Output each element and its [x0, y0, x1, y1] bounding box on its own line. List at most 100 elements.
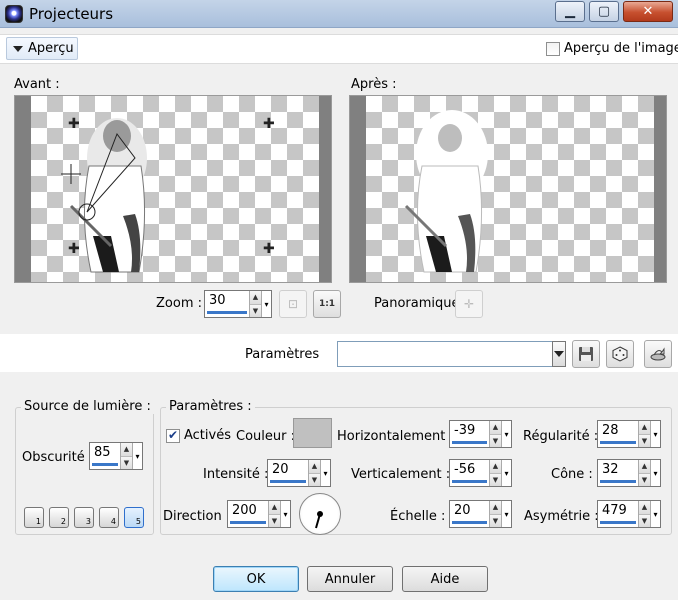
reset-preset-button[interactable] [644, 340, 672, 368]
light-4-button[interactable]: 4 [99, 507, 119, 528]
spin-down-icon[interactable]: ▼ [490, 513, 501, 527]
maximize-icon: ▢ [597, 4, 611, 19]
darkness-spinbox[interactable]: 85 ▲ ▼ ▾ [89, 442, 143, 470]
after-preview-panel [349, 95, 667, 283]
spin-down-icon[interactable]: ▼ [639, 513, 650, 527]
pan-button[interactable]: ✛ [455, 290, 483, 318]
before-label: Avant : [14, 77, 60, 92]
spin-down-icon[interactable]: ▼ [490, 472, 501, 486]
move-icon: ✛ [463, 297, 475, 311]
random-preset-button[interactable] [606, 340, 634, 368]
image-preview-label: Aperçu de l'image [564, 41, 678, 56]
intensity-label: Intensité : [203, 467, 269, 482]
intensity-value[interactable]: 20 [268, 460, 308, 486]
app-icon [5, 5, 23, 23]
scale-value[interactable]: 20 [450, 501, 489, 527]
direction-spinbox[interactable]: 200 ▲ ▼ ▾ [227, 500, 291, 528]
spin-up-icon[interactable]: ▲ [639, 421, 650, 434]
direction-value[interactable]: 200 [228, 501, 268, 527]
spin-down-icon[interactable]: ▼ [639, 472, 650, 486]
light-handle-icon[interactable]: ✚ [263, 117, 275, 131]
presets-dropdown-button[interactable] [552, 341, 566, 367]
direction-needle-icon [315, 511, 323, 529]
spin-up-icon[interactable]: ▲ [490, 460, 501, 473]
after-preview-canvas [366, 96, 654, 282]
darkness-value[interactable]: 85 [90, 443, 120, 469]
spin-down-icon[interactable]: ▼ [639, 433, 650, 447]
direction-dial[interactable] [299, 493, 341, 535]
color-swatch[interactable] [293, 418, 332, 448]
scale-spinbox[interactable]: 20 ▲ ▼ ▾ [449, 500, 512, 528]
light-2-button[interactable]: 2 [49, 507, 69, 528]
light-5-button[interactable]: 5 [124, 507, 144, 528]
maximize-button[interactable]: ▢ [589, 1, 619, 22]
spin-down-icon[interactable]: ▼ [269, 513, 280, 527]
spin-dropdown-icon[interactable]: ▾ [650, 421, 660, 447]
spotlight-icon: 1 [35, 517, 41, 526]
image-preview-option[interactable]: Aperçu de l'image [546, 41, 678, 56]
regularity-label: Régularité : [523, 429, 599, 444]
image-preview-checkbox[interactable] [546, 41, 560, 56]
cancel-button[interactable]: Annuler [307, 566, 393, 592]
asymmetry-value[interactable]: 479 [598, 501, 638, 527]
spin-down-icon[interactable]: ▼ [250, 303, 261, 317]
light-3-button[interactable]: 3 [74, 507, 94, 528]
zoom-value[interactable]: 30 [205, 291, 249, 317]
intensity-spinbox[interactable]: 20 ▲ ▼ ▾ [267, 459, 331, 487]
spin-dropdown-icon[interactable]: ▾ [501, 421, 511, 447]
cone-spinbox[interactable]: 32 ▲ ▼ ▾ [597, 459, 661, 487]
spin-up-icon[interactable]: ▲ [639, 460, 650, 473]
preview-toggle-button[interactable]: Aperçu [6, 37, 78, 60]
spin-down-icon[interactable]: ▼ [490, 433, 501, 447]
spotlight-icon: 5 [135, 517, 141, 526]
light-handle-icon[interactable]: ✚ [68, 117, 80, 131]
presets-combo[interactable] [337, 341, 553, 367]
spin-up-icon[interactable]: ▲ [269, 501, 280, 514]
before-preview-canvas[interactable]: ✚ ✚ ✚ ✚ [31, 96, 319, 282]
save-preset-button[interactable] [572, 340, 600, 368]
spin-dropdown-icon[interactable]: ▾ [501, 501, 511, 527]
minimize-button[interactable]: ▁ [555, 1, 585, 22]
spin-dropdown-icon[interactable]: ▾ [261, 291, 271, 317]
spin-up-icon[interactable]: ▲ [121, 443, 132, 456]
ok-button[interactable]: OK [213, 566, 299, 592]
spin-dropdown-icon[interactable]: ▾ [650, 501, 660, 527]
spin-dropdown-icon[interactable]: ▾ [280, 501, 290, 527]
spin-dropdown-icon[interactable]: ▾ [320, 460, 330, 486]
after-label: Après : [351, 77, 397, 92]
vertical-spinbox[interactable]: -56 ▲ ▼ ▾ [449, 459, 512, 487]
spin-down-icon[interactable]: ▼ [121, 455, 132, 469]
spin-dropdown-icon[interactable]: ▾ [650, 460, 660, 486]
after-preview-image [404, 110, 488, 273]
active-checkbox[interactable] [166, 428, 180, 443]
cone-value[interactable]: 32 [598, 460, 638, 486]
close-button[interactable]: ✕ [623, 1, 673, 22]
help-button[interactable]: Aide [402, 566, 488, 592]
spin-dropdown-icon[interactable]: ▾ [501, 460, 511, 486]
light-handle-icon[interactable]: ✚ [68, 242, 80, 256]
minimize-icon: ▁ [565, 4, 575, 19]
dice-icon [612, 346, 628, 362]
spin-up-icon[interactable]: ▲ [490, 501, 501, 514]
spin-dropdown-icon[interactable]: ▾ [132, 443, 142, 469]
reset-icon [650, 347, 666, 361]
vertical-value[interactable]: -56 [450, 460, 489, 486]
asymmetry-spinbox[interactable]: 479 ▲ ▼ ▾ [597, 500, 661, 528]
regularity-spinbox[interactable]: 28 ▲ ▼ ▾ [597, 420, 661, 448]
spin-up-icon[interactable]: ▲ [639, 501, 650, 514]
light-handle-icon[interactable]: ✚ [263, 242, 275, 256]
spin-up-icon[interactable]: ▲ [490, 421, 501, 434]
zoom-spinbox[interactable]: 30 ▲ ▼ ▾ [204, 290, 272, 318]
horizontal-spinbox[interactable]: -39 ▲ ▼ ▾ [449, 420, 512, 448]
regularity-value[interactable]: 28 [598, 421, 638, 447]
spin-up-icon[interactable]: ▲ [250, 291, 261, 304]
active-option[interactable]: Activés [166, 428, 231, 443]
spin-down-icon[interactable]: ▼ [309, 472, 320, 486]
light-1-button[interactable]: 1 [24, 507, 44, 528]
before-preview-panel[interactable]: ✚ ✚ ✚ ✚ [14, 95, 332, 283]
zoom-fit-button[interactable]: ⊡ [279, 290, 307, 318]
fit-to-window-icon: ⊡ [287, 297, 299, 311]
horizontal-value[interactable]: -39 [450, 421, 489, 447]
zoom-1to1-button[interactable]: 1:1 [313, 290, 341, 318]
spin-up-icon[interactable]: ▲ [309, 460, 320, 473]
